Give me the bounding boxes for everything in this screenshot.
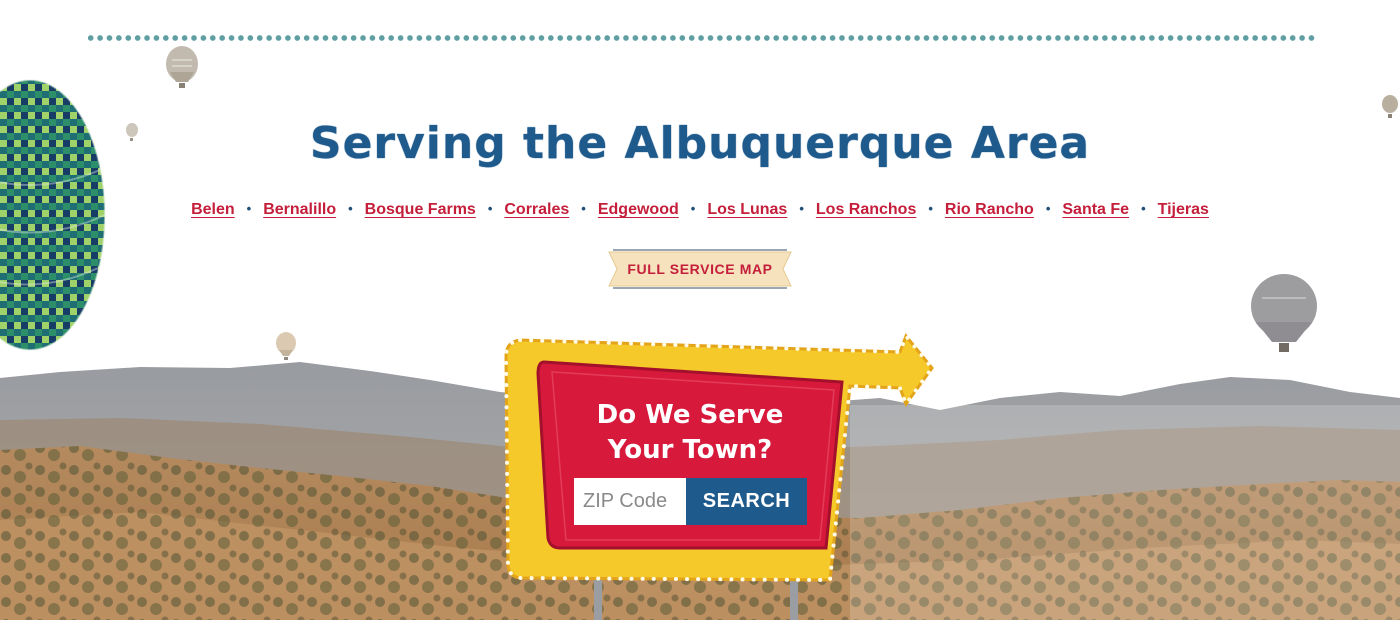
separator-dot: •	[1045, 200, 1051, 216]
separator-dot: •	[799, 200, 804, 216]
hot-air-balloon-icon	[166, 46, 198, 88]
separator-dot: •	[1141, 200, 1146, 216]
town-link-belen[interactable]: Belen	[191, 201, 235, 219]
town-links-list: Belen • Bernalillo • Bosque Farms • Corr…	[0, 201, 1400, 219]
separator-dot: •	[690, 200, 696, 216]
town-link-bosque-farms[interactable]: Bosque Farms	[365, 201, 476, 219]
sign-heading-line-2: Your Town?	[607, 435, 773, 465]
full-service-map-label: FULL SERVICE MAP	[627, 261, 773, 277]
separator-dot: •	[348, 200, 353, 216]
service-area-heading: Serving the Albuquerque Area	[309, 118, 1091, 169]
landscape-background	[0, 46, 1400, 620]
town-link-los-lunas[interactable]: Los Lunas	[707, 201, 787, 219]
zip-code-input[interactable]	[574, 478, 686, 525]
sign-heading: Do We Serve Your Town?	[560, 398, 820, 468]
town-link-tijeras[interactable]: Tijeras	[1158, 201, 1209, 219]
separator-dot: •	[487, 200, 493, 216]
town-link-corrales[interactable]: Corrales	[504, 201, 569, 219]
hot-air-balloon-icon	[1251, 274, 1317, 352]
hot-air-balloon-icon	[276, 332, 296, 360]
town-link-rio-rancho[interactable]: Rio Rancho	[945, 201, 1034, 219]
sign-heading-line-1: Do We Serve	[596, 400, 784, 430]
separator-dot: •	[581, 200, 586, 216]
town-link-edgewood[interactable]: Edgewood	[598, 201, 679, 219]
town-link-los-ranchos[interactable]: Los Ranchos	[816, 201, 916, 219]
separator-dot: •	[246, 200, 252, 216]
hot-air-balloon-icon	[1382, 95, 1398, 118]
search-button[interactable]: SEARCH	[686, 478, 807, 525]
town-link-santa-fe[interactable]: Santa Fe	[1062, 201, 1129, 219]
dotted-divider	[86, 35, 1316, 41]
full-service-map-button[interactable]: FULL SERVICE MAP	[607, 248, 793, 290]
town-link-bernalillo[interactable]: Bernalillo	[263, 201, 336, 219]
separator-dot: •	[928, 200, 933, 216]
